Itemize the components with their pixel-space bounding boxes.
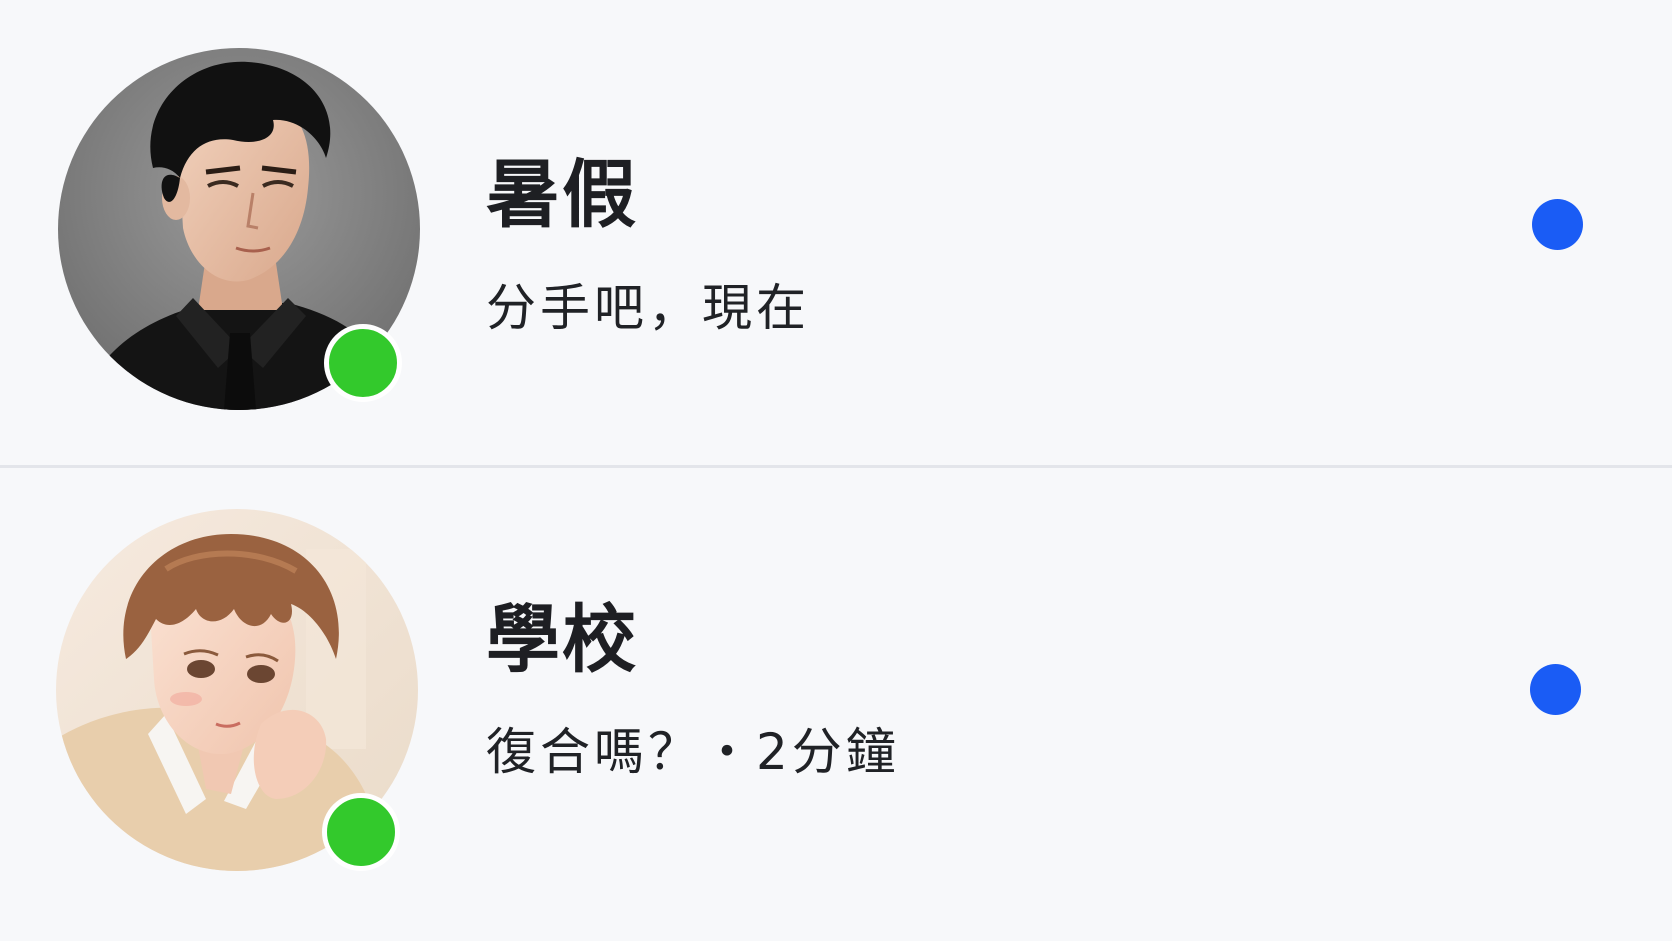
unread-indicator-icon: [1532, 199, 1583, 250]
contact-name: 學校: [486, 597, 638, 683]
conversation-item[interactable]: 暑假 分手吧，現在: [0, 0, 1672, 466]
online-status-icon: [324, 324, 402, 402]
avatar-container[interactable]: [58, 48, 420, 410]
conversation-list: 暑假 分手吧，現在 學校 復合嗎？・2分鐘: [0, 0, 1672, 941]
message-preview: 分手吧，現在: [486, 279, 810, 337]
contact-name: 暑假: [486, 152, 638, 238]
conversation-item[interactable]: 學校 復合嗎？・2分鐘: [0, 468, 1672, 941]
unread-indicator-icon: [1530, 664, 1581, 715]
online-status-icon: [322, 793, 400, 871]
message-preview: 復合嗎？・2分鐘: [486, 723, 900, 781]
avatar-container[interactable]: [56, 509, 418, 871]
